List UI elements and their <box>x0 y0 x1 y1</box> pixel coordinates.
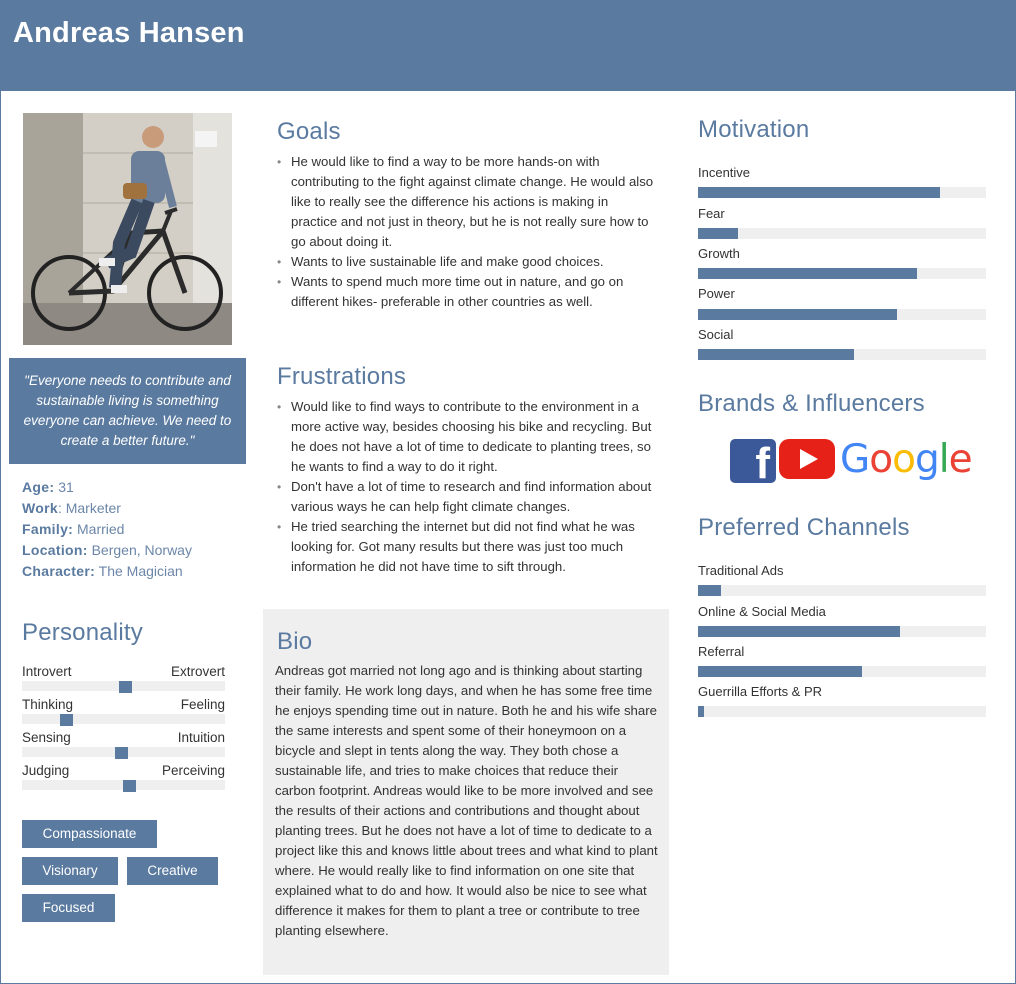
bio-text: Andreas got married not long ago and is … <box>275 663 658 938</box>
cyclist-photo-illustration <box>23 113 232 345</box>
motivation-fill <box>698 349 854 360</box>
persona-photo <box>23 113 232 345</box>
goals-list: He would like to find a way to be more h… <box>277 152 657 312</box>
fact-age: Age: 31 <box>22 477 192 498</box>
channel-label: Referral <box>698 644 745 659</box>
frustration-item: He tried searching the internet but did … <box>277 517 659 577</box>
persona-name: Andreas Hansen <box>13 17 245 49</box>
google-letter: e <box>948 437 973 482</box>
channel-label: Guerrilla Efforts & PR <box>698 684 823 699</box>
channel-label: Online & Social Media <box>698 604 826 619</box>
google-letter: g <box>914 437 940 482</box>
motivation-fill <box>698 228 739 239</box>
motivation-track <box>698 349 986 360</box>
personality-title: Personality <box>22 619 143 646</box>
trait-marker <box>123 780 136 792</box>
channel-fill <box>698 585 722 596</box>
trait-marker <box>115 747 128 759</box>
tag-visionary: Visionary <box>22 857 118 885</box>
trait-marker <box>119 681 132 693</box>
motivation-label: Growth <box>698 246 740 261</box>
trait-left-label: Introvert <box>22 664 72 679</box>
fact-family: Family: Married <box>22 519 192 540</box>
fact-label: Work <box>22 500 58 516</box>
fact-value: : Marketer <box>57 500 121 516</box>
fact-value: Married <box>73 521 125 537</box>
google-letter: G <box>840 437 870 482</box>
motivation-label: Fear <box>698 206 725 221</box>
motivation-title: Motivation <box>698 116 810 143</box>
goal-item: Wants to spend much more time out in nat… <box>277 272 657 312</box>
google-logo: Google <box>840 437 973 482</box>
trait-right-label: Feeling <box>180 697 225 712</box>
motivation-track <box>698 309 986 320</box>
motivation-track <box>698 187 986 198</box>
trait-track <box>22 714 225 724</box>
motivation-label: Incentive <box>698 165 751 180</box>
frustrations-list: Would like to find ways to contribute to… <box>277 397 659 577</box>
google-letter: o <box>869 437 893 482</box>
motivation-fill <box>698 268 917 279</box>
fact-value: 31 <box>54 479 74 495</box>
trait-right-label: Intuition <box>177 730 225 745</box>
tag-focused: Focused <box>22 894 115 922</box>
fact-label: Location: <box>22 542 88 558</box>
fact-value: The Magician <box>95 563 183 579</box>
google-letter: o <box>892 437 916 482</box>
channel-fill <box>698 626 900 637</box>
header-bar: Andreas Hansen <box>0 0 1016 91</box>
brands-title: Brands & Influencers <box>698 390 925 417</box>
persona-quote: "Everyone needs to contribute and sustai… <box>9 358 246 464</box>
goal-item: Wants to live sustainable life and make … <box>277 252 657 272</box>
fact-location: Location: Bergen, Norway <box>22 540 192 561</box>
channels-title: Preferred Channels <box>698 514 910 541</box>
fact-value: Bergen, Norway <box>87 542 192 558</box>
goal-item: He would like to find a way to be more h… <box>277 152 657 252</box>
trait-right-label: Perceiving <box>161 763 225 778</box>
fact-character: Character: The Magician <box>22 561 192 582</box>
channel-track <box>698 626 986 637</box>
trait-marker <box>60 714 73 726</box>
tag-compassionate: Compassionate <box>22 820 157 848</box>
motivation-label: Power <box>698 286 735 301</box>
channel-label: Traditional Ads <box>698 563 784 578</box>
youtube-logo-icon <box>779 439 835 479</box>
channel-fill <box>698 666 863 677</box>
fact-label: Age: <box>22 479 55 495</box>
frustration-item: Would like to find ways to contribute to… <box>277 397 659 477</box>
motivation-label: Social <box>698 327 734 342</box>
motivation-track <box>698 228 986 239</box>
facebook-logo-icon: f <box>730 439 776 483</box>
channel-fill <box>698 706 704 717</box>
brand-logos: f Google <box>730 437 973 485</box>
fact-label: Character: <box>22 563 96 579</box>
persona-facts: Age: 31 Work: Marketer Family: Married L… <box>22 477 192 582</box>
channel-track <box>698 585 986 596</box>
tag-creative: Creative <box>127 857 218 885</box>
goals-title: Goals <box>277 118 341 145</box>
frustration-item: Don't have a lot of time to research and… <box>277 477 659 517</box>
motivation-fill <box>698 309 897 320</box>
fact-label: Family: <box>22 521 74 537</box>
channel-track <box>698 666 986 677</box>
bio-title: Bio <box>277 628 313 655</box>
motivation-track <box>698 268 986 279</box>
trait-left-label: Sensing <box>22 730 71 745</box>
motivation-fill <box>698 187 940 198</box>
channel-track <box>698 706 986 717</box>
trait-left-label: Judging <box>22 763 70 778</box>
frustrations-title: Frustrations <box>277 363 407 390</box>
trait-left-label: Thinking <box>22 697 74 712</box>
trait-right-label: Extrovert <box>170 664 225 679</box>
fact-work: Work: Marketer <box>22 498 192 519</box>
google-letter: l <box>938 437 950 482</box>
